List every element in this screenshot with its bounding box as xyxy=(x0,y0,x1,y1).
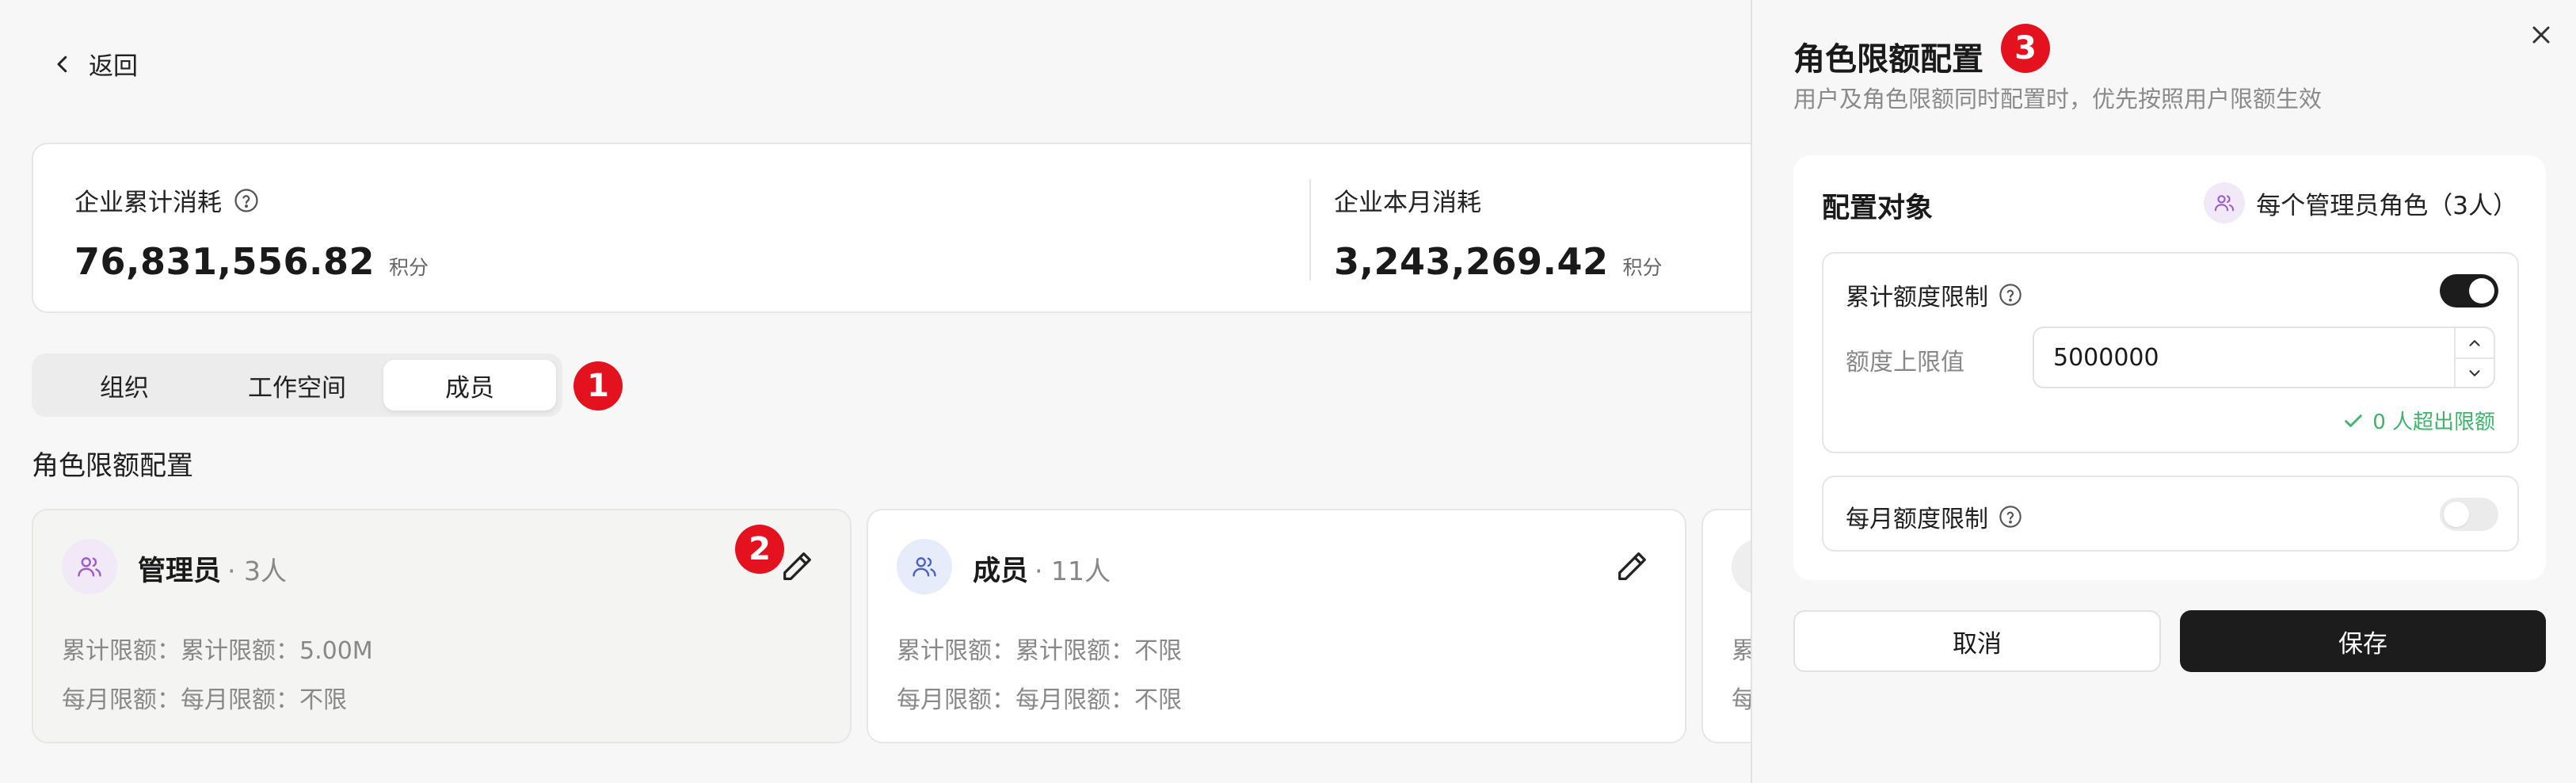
stat-monthly-unit: 积分 xyxy=(1622,256,1663,279)
role-count: · 3人 xyxy=(227,556,287,586)
stepper-buttons xyxy=(2454,328,2494,387)
stat-total-unit: 积分 xyxy=(389,256,429,279)
help-circle-icon[interactable] xyxy=(1998,282,2023,307)
avatar xyxy=(62,539,117,594)
users-icon xyxy=(913,557,936,577)
avatar xyxy=(897,539,952,594)
scope-tabs: 组织 工作空间 成员 xyxy=(32,353,562,417)
section-title: 角色限额配置 xyxy=(32,450,193,482)
role-cumulative-limit: 累计限额：累计限额：不限 xyxy=(897,637,1182,665)
tab-members[interactable]: 成员 xyxy=(383,360,556,411)
tab-workspace[interactable]: 工作空间 xyxy=(211,360,383,411)
chevron-up-icon xyxy=(2469,339,2480,346)
edit-pencil-icon[interactable] xyxy=(779,548,815,585)
cumulative-limit-toggle[interactable] xyxy=(2440,274,2498,307)
back-label: 返回 xyxy=(89,52,138,81)
drawer-title: 角色限额配置 xyxy=(1793,41,1983,78)
save-button[interactable]: 保存 xyxy=(2180,610,2546,672)
stat-monthly: 企业本月消耗 3,243,269.42 积分 xyxy=(1334,182,1663,283)
annotation-badge-2: 2 xyxy=(735,525,784,574)
chevron-left-icon xyxy=(57,55,67,72)
limit-status: 0 人超出限额 xyxy=(2342,406,2495,435)
stat-monthly-label: 企业本月消耗 xyxy=(1334,189,1481,217)
cancel-button[interactable]: 取消 xyxy=(1793,610,2161,672)
avatar xyxy=(2204,182,2246,223)
monthly-limit-section: 每月额度限制 xyxy=(1822,476,2519,552)
tab-organization[interactable]: 组织 xyxy=(38,360,211,411)
cumulative-limit-section: 累计额度限制 额度上限值 0 人超出限额 xyxy=(1822,252,2519,453)
role-name: 管理员 xyxy=(138,556,222,587)
config-target: 每个管理员角色（3人） xyxy=(2204,182,2517,223)
role-name: 成员 xyxy=(973,556,1029,587)
help-circle-icon[interactable] xyxy=(233,187,260,214)
limit-status-text: 0 人超出限额 xyxy=(2372,411,2495,434)
role-card-member: 成员 · 11人 累计限额：累计限额：不限 每月限额：每月限额：不限 xyxy=(867,509,1686,743)
stat-total-label: 企业累计消耗 xyxy=(74,189,222,217)
chevron-down-icon xyxy=(2469,369,2480,376)
config-target-label: 每个管理员角色（3人） xyxy=(2256,191,2517,220)
drawer-subtitle: 用户及角色限额同时配置时，优先按照用户限额生效 xyxy=(1793,86,2323,113)
stat-total-value: 76,831,556.82 xyxy=(74,240,375,283)
increment-button[interactable] xyxy=(2456,328,2494,357)
consumption-stats-card: 企业累计消耗 76,831,556.82 积分 企业本月消耗 3,243,269… xyxy=(32,143,1798,313)
close-icon[interactable] xyxy=(2527,21,2555,49)
edit-pencil-icon[interactable] xyxy=(1614,548,1650,585)
stat-monthly-value: 3,243,269.42 xyxy=(1334,240,1609,283)
role-limit-drawer: 角色限额配置 3 用户及角色限额同时配置时，优先按照用户限额生效 配置对象 每个… xyxy=(1751,0,2576,783)
annotation-badge-1: 1 xyxy=(574,361,623,411)
back-link[interactable]: 返回 xyxy=(51,46,138,82)
cumulative-limit-label: 累计额度限制 xyxy=(1846,284,1988,311)
role-monthly-limit: 每月限额：每月限额：不限 xyxy=(897,686,1182,714)
toggle-knob xyxy=(2444,502,2469,527)
config-card: 配置对象 每个管理员角色（3人） 累计额度限制 额度上限值 5000000 0 … xyxy=(1793,155,2546,580)
stat-total: 企业累计消耗 76,831,556.82 积分 xyxy=(74,182,429,283)
monthly-limit-label: 每月额度限制 xyxy=(1846,506,1988,533)
role-cumulative-limit: 累计限额：累计限额：5.00M xyxy=(62,637,373,665)
role-count: · 11人 xyxy=(1035,556,1111,586)
help-circle-icon[interactable] xyxy=(1998,504,2023,529)
annotation-badge-3: 3 xyxy=(2001,24,2050,73)
role-card-admin: 管理员 · 3人 累计限额：累计限额：5.00M 每月限额：每月限额：不限 xyxy=(32,509,852,743)
users-icon xyxy=(2215,195,2235,212)
limit-value-stepper xyxy=(2033,327,2495,388)
config-title: 配置对象 xyxy=(1822,193,1934,224)
role-monthly-limit: 每月限额：每月限额：不限 xyxy=(62,686,347,714)
main-page: 返回 企业累计消耗 76,831,556.82 积分 企业本月消耗 3,243,… xyxy=(0,0,1860,783)
monthly-limit-toggle[interactable] xyxy=(2440,498,2498,531)
stat-divider xyxy=(1309,179,1311,281)
users-icon xyxy=(78,557,101,577)
toggle-knob xyxy=(2469,278,2494,304)
limit-value-input[interactable] xyxy=(2053,328,2433,387)
limit-value-label: 额度上限值 xyxy=(1846,349,1964,376)
check-icon xyxy=(2345,414,2362,427)
decrement-button[interactable] xyxy=(2456,357,2494,387)
